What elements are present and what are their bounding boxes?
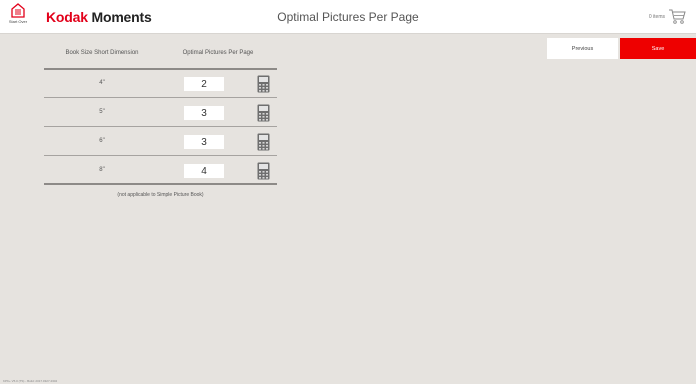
calculator-icon[interactable] [257,75,270,93]
calculator-icon[interactable] [257,104,270,122]
column-header-optimal: Optimal Pictures Per Page [182,50,254,56]
calculator-icon[interactable] [257,162,270,180]
cart-count: 0 items [648,13,665,20]
top-bar: Start Over Kodak Moments Optimal Picture… [0,0,696,34]
optimal-pictures-input[interactable]: 4 [184,164,224,178]
previous-button[interactable]: Previous [547,38,618,59]
book-size-label: 5" [99,109,105,115]
cart-icon [669,9,686,24]
table-row: 5" 3 [44,99,277,127]
page-title: Optimal Pictures Per Page [277,10,419,24]
optimal-pictures-input[interactable]: 2 [184,77,224,91]
book-size-label: 6" [99,138,105,144]
optimal-pictures-input[interactable]: 3 [184,135,224,149]
table-row: 6" 3 [44,128,277,156]
table-row: 8" 4 [44,157,277,185]
save-button[interactable]: Save [620,38,696,59]
optimal-pictures-input[interactable]: 3 [184,106,224,120]
book-size-label: 4" [99,80,105,86]
table-row: 4" 2 [44,70,277,98]
book-size-label: 8" [99,167,105,173]
cart-button[interactable]: 0 items [649,8,686,25]
table-note: (not applicable to Simple Picture Book) [117,192,204,198]
column-header-size: Book Size Short Dimension [65,50,139,56]
calculator-icon[interactable] [257,133,270,151]
build-info: KPK+ V5.0 (TS) - Build: 2017.0327.2302 [3,379,58,383]
